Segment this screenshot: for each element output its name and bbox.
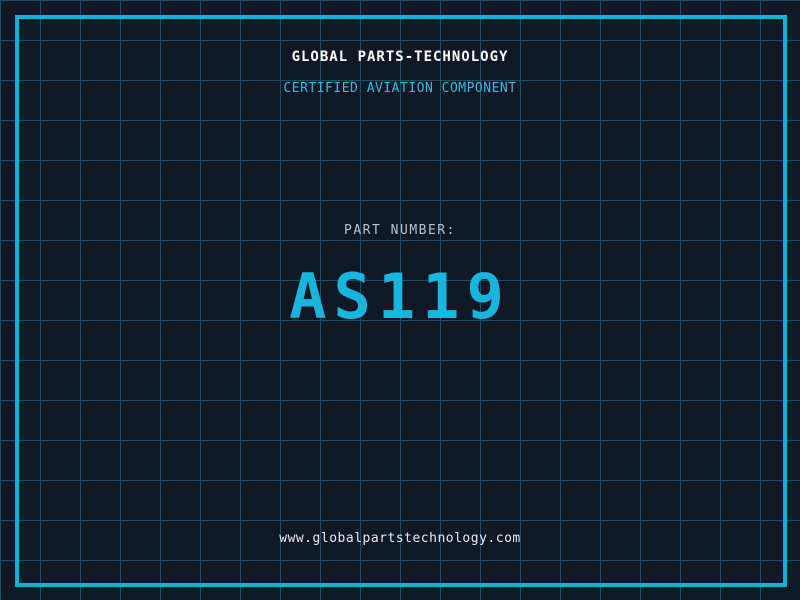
part-number-value: AS119 <box>289 260 511 333</box>
blueprint-page: GLOBAL PARTS-TECHNOLOGY CERTIFIED AVIATI… <box>0 0 800 600</box>
company-title: GLOBAL PARTS-TECHNOLOGY <box>291 49 509 65</box>
certification-subtitle: CERTIFIED AVIATION COMPONENT <box>283 81 517 96</box>
website-url: www.globalpartstechnology.com <box>279 531 521 546</box>
part-number-label: PART NUMBER: <box>344 223 456 238</box>
